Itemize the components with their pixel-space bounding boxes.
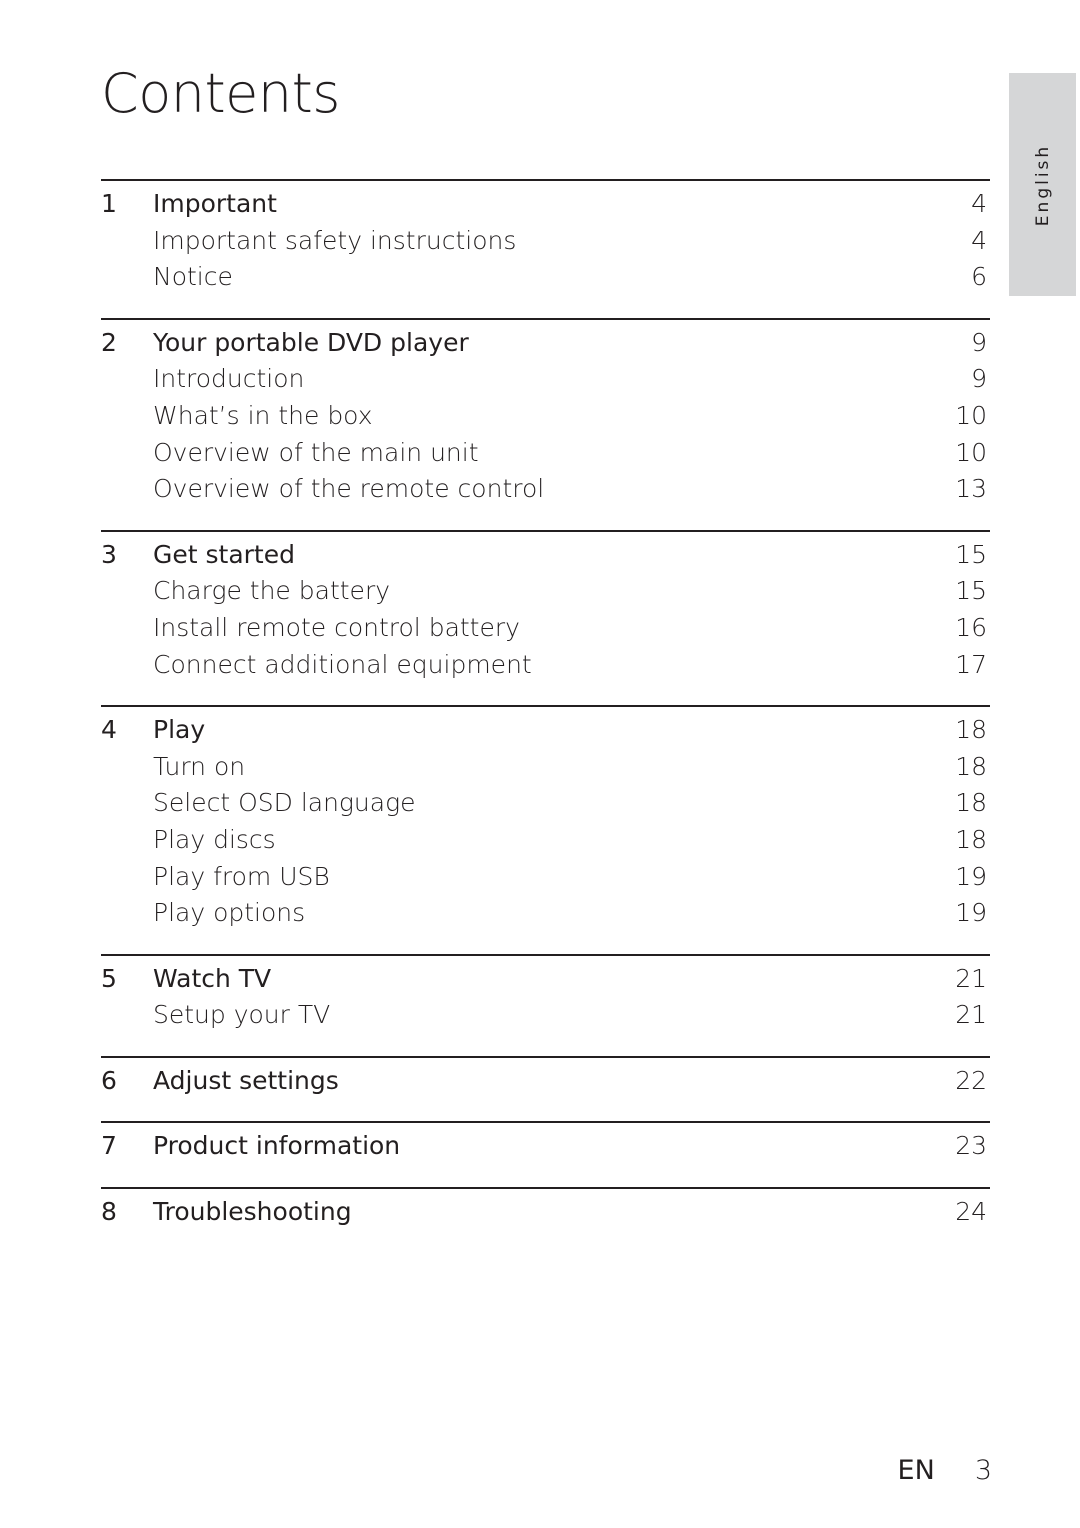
section-page: 23 xyxy=(955,1131,987,1161)
section-page: 24 xyxy=(955,1197,987,1227)
entry-label: Overview of the remote control xyxy=(153,474,545,504)
section-page: 15 xyxy=(955,539,987,569)
entry-page: 13 xyxy=(955,474,987,504)
section-title: Watch TV xyxy=(153,963,272,993)
toc-section-heading[interactable]: 1 Important 4 xyxy=(101,189,990,226)
entry-label: Play discs xyxy=(153,824,276,854)
section-title: Your portable DVD player xyxy=(153,327,469,357)
toc-section: 5 Watch TV 21 Setup your TV 21 xyxy=(101,953,990,1056)
entry-page: 10 xyxy=(955,437,987,467)
toc-section-heading[interactable]: 3 Get started 15 xyxy=(101,540,990,577)
entry-page: 16 xyxy=(955,612,987,642)
entry-label: Important safety instructions xyxy=(153,225,517,255)
entry-page: 18 xyxy=(955,788,987,818)
section-number: 7 xyxy=(101,1131,117,1161)
section-page: 9 xyxy=(971,327,987,357)
section-title: Adjust settings xyxy=(153,1065,339,1095)
entry-label: Turn on xyxy=(153,751,246,781)
toc-section: 7 Product information 23 xyxy=(101,1121,990,1187)
entry-label: Charge the battery xyxy=(153,576,391,606)
entry-label: Connect additional equipment xyxy=(153,649,532,679)
entry-page: 9 xyxy=(971,364,987,394)
entry-label: Notice xyxy=(153,262,233,292)
toc-entry[interactable]: Introduction 9 xyxy=(101,364,990,401)
toc-entry[interactable]: Overview of the main unit 10 xyxy=(101,438,990,475)
toc-entry[interactable]: Select OSD language 18 xyxy=(101,788,990,825)
section-title: Important xyxy=(153,189,277,218)
toc-entry[interactable]: Connect additional equipment 17 xyxy=(101,650,990,687)
toc-section: 1 Important 4 Important safety instructions… xyxy=(101,179,990,318)
entry-page: 10 xyxy=(955,400,987,430)
toc-entry[interactable]: Play options 19 xyxy=(101,898,990,935)
toc-section-heading[interactable]: 4 Play 18 xyxy=(101,715,990,752)
entry-label: Overview of the main unit xyxy=(153,437,479,467)
entry-label: Setup your TV xyxy=(153,1000,331,1030)
toc-entry[interactable]: Play discs 18 xyxy=(101,825,990,862)
section-title: Product information xyxy=(153,1131,401,1161)
entry-page: 18 xyxy=(955,751,987,781)
language-tab: English xyxy=(1009,73,1076,296)
entry-page: 6 xyxy=(971,262,987,292)
entry-label: Install remote control battery xyxy=(153,612,520,642)
section-number: 5 xyxy=(101,963,117,993)
section-page: 4 xyxy=(971,189,987,218)
language-tab-label: English xyxy=(1032,143,1053,226)
toc-section-heading[interactable]: 2 Your portable DVD player 9 xyxy=(101,328,990,365)
section-page: 21 xyxy=(955,963,987,993)
toc-entry[interactable]: What’s in the box 10 xyxy=(101,401,990,438)
section-number: 4 xyxy=(101,715,117,745)
section-page: 22 xyxy=(955,1065,987,1095)
toc-section: 3 Get started 15 Charge the battery 15 Instal… xyxy=(101,529,990,705)
toc-entry[interactable]: Overview of the remote control 13 xyxy=(101,474,990,511)
entry-label: Introduction xyxy=(153,364,305,394)
toc-section: 2 Your portable DVD player 9 Introduction 9 W… xyxy=(101,317,990,530)
page-title: Contents xyxy=(101,62,340,125)
entry-page: 18 xyxy=(955,824,987,854)
toc-entry[interactable]: Install remote control battery 16 xyxy=(101,613,990,650)
table-of-contents: 1 Important 4 Important safety instructions… xyxy=(101,179,990,1253)
section-title: Play xyxy=(153,715,206,745)
entry-page: 19 xyxy=(955,898,987,928)
entry-label: Play from USB xyxy=(153,861,330,891)
entry-page: 19 xyxy=(955,861,987,891)
toc-section-heading[interactable]: 7 Product information 23 xyxy=(101,1131,990,1168)
section-title: Troubleshooting xyxy=(153,1197,352,1227)
section-number: 1 xyxy=(101,189,117,218)
toc-section-heading[interactable]: 6 Adjust settings 22 xyxy=(101,1066,990,1103)
section-number: 2 xyxy=(101,327,117,357)
page-footer: EN 3 xyxy=(898,1455,992,1486)
toc-section: 6 Adjust settings 22 xyxy=(101,1055,990,1122)
section-number: 3 xyxy=(101,539,117,569)
section-page: 18 xyxy=(955,715,987,745)
entry-label: What’s in the box xyxy=(153,400,373,430)
entry-label: Play options xyxy=(153,898,306,928)
toc-entry[interactable]: Play from USB 19 xyxy=(101,862,990,899)
entry-page: 17 xyxy=(955,649,987,679)
entry-label: Select OSD language xyxy=(153,788,416,818)
toc-entry[interactable]: Notice 6 xyxy=(101,262,990,299)
toc-section-heading[interactable]: 5 Watch TV 21 xyxy=(101,964,990,1001)
toc-section-heading[interactable]: 8 Troubleshooting 24 xyxy=(101,1197,990,1234)
toc-entry[interactable]: Setup your TV 21 xyxy=(101,1000,990,1037)
footer-language-code: EN xyxy=(897,1455,935,1486)
section-number: 8 xyxy=(101,1197,117,1227)
section-number: 6 xyxy=(101,1065,117,1095)
entry-page: 4 xyxy=(971,225,987,255)
section-title: Get started xyxy=(153,539,295,569)
toc-section: 8 Troubleshooting 24 xyxy=(101,1187,990,1253)
toc-section: 4 Play 18 Turn on 18 Select OSD language 18 Pla… xyxy=(101,705,990,954)
entry-page: 15 xyxy=(955,576,987,606)
toc-entry[interactable]: Turn on 18 xyxy=(101,752,990,789)
entry-page: 21 xyxy=(955,1000,987,1030)
toc-entry[interactable]: Important safety instructions 4 xyxy=(101,226,990,263)
footer-page-number: 3 xyxy=(974,1455,992,1486)
toc-entry[interactable]: Charge the battery 15 xyxy=(101,576,990,613)
